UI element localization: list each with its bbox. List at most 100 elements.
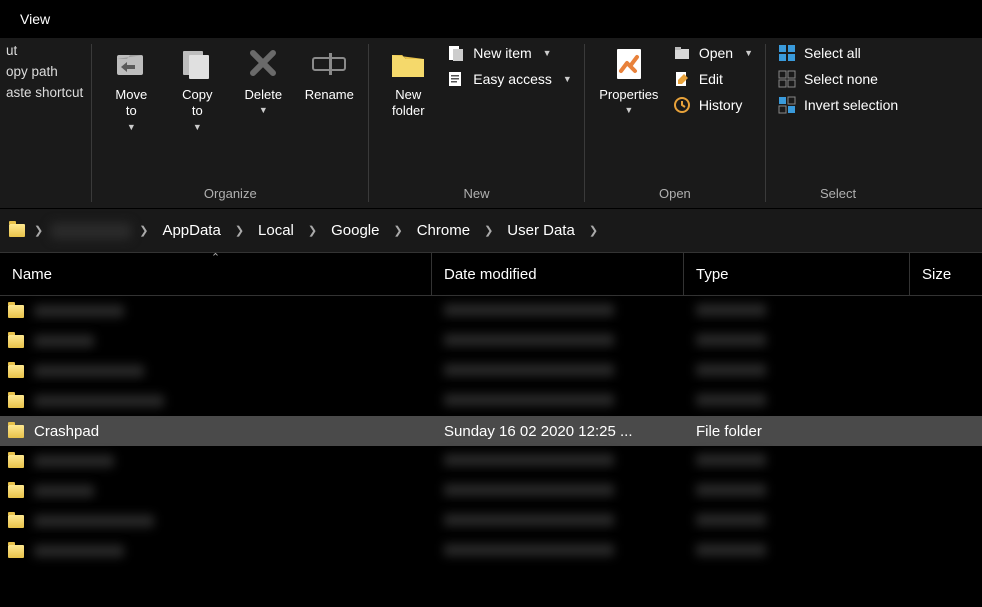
edit-button[interactable]: Edit [669, 68, 757, 90]
redacted-text [34, 305, 124, 317]
file-date: Sunday 16 02 2020 12:25 ... [432, 423, 684, 440]
file-name: Crashpad [34, 423, 99, 440]
copy-path-button[interactable]: opy path [6, 64, 83, 79]
chevron-right-icon[interactable]: ❯ [306, 224, 319, 237]
chevron-right-icon[interactable]: ❯ [391, 224, 404, 237]
folder-icon [8, 515, 24, 528]
rename-icon [309, 43, 349, 83]
folder-icon [8, 455, 24, 468]
easy-access-icon [447, 70, 465, 88]
chevron-down-icon: ▼ [193, 122, 202, 132]
column-header-name-label: Name [12, 266, 52, 283]
folder-icon [8, 425, 24, 438]
ribbon-group-new: New folder New item ▼ Easy access ▼ New [371, 38, 582, 208]
chevron-right-icon[interactable]: ❯ [482, 224, 495, 237]
ribbon-group-clipboard: ut opy path aste shortcut [0, 38, 89, 208]
chevron-right-icon[interactable]: ❯ [32, 224, 45, 237]
chevron-right-icon[interactable]: ❯ [137, 224, 150, 237]
redacted-text [34, 365, 144, 377]
copy-to-button[interactable]: Copy to ▼ [166, 40, 228, 132]
history-button[interactable]: History [669, 94, 757, 116]
folder-icon[interactable] [8, 222, 26, 240]
separator [91, 44, 92, 202]
file-row-redacted[interactable] [0, 296, 982, 326]
move-to-button[interactable]: Move to ▼ [100, 40, 162, 132]
chevron-right-icon[interactable]: ❯ [233, 224, 246, 237]
copy-to-icon [177, 43, 217, 83]
ribbon-group-select: Select all Select none Invert selection … [768, 38, 908, 208]
select-none-icon [778, 70, 796, 88]
column-header-date[interactable]: Date modified [432, 253, 684, 295]
separator [368, 44, 369, 202]
invert-selection-label: Invert selection [804, 97, 898, 113]
separator [584, 44, 585, 202]
column-header-type[interactable]: Type [684, 253, 910, 295]
tab-view[interactable]: View [4, 2, 66, 36]
group-label-new: New [377, 186, 576, 205]
chevron-down-icon: ▼ [563, 74, 572, 84]
chevron-down-icon: ▼ [127, 122, 136, 132]
folder-icon [8, 305, 24, 318]
file-row-redacted[interactable] [0, 356, 982, 386]
delete-icon [243, 43, 283, 83]
redacted-text [696, 334, 766, 346]
delete-button[interactable]: Delete ▼ [232, 40, 294, 115]
redacted-text [696, 514, 766, 526]
properties-button[interactable]: Properties ▼ [593, 40, 665, 115]
breadcrumb-item-google[interactable]: Google [325, 219, 385, 242]
new-folder-icon [388, 43, 428, 83]
move-to-icon [111, 43, 151, 83]
file-row-crashpad[interactable]: Crashpad Sunday 16 02 2020 12:25 ... Fil… [0, 416, 982, 446]
breadcrumb-item-chrome[interactable]: Chrome [411, 219, 476, 242]
redacted-text [696, 484, 766, 496]
easy-access-button[interactable]: Easy access ▼ [443, 68, 576, 90]
select-none-button[interactable]: Select none [774, 68, 902, 90]
column-header-size[interactable]: Size [910, 253, 982, 295]
file-row-redacted[interactable] [0, 506, 982, 536]
file-row-redacted[interactable] [0, 326, 982, 356]
edit-label: Edit [699, 71, 723, 87]
file-row-redacted[interactable] [0, 446, 982, 476]
breadcrumb-item-userdata[interactable]: User Data [501, 219, 581, 242]
redacted-text [34, 545, 124, 557]
redacted-text [444, 454, 614, 466]
chevron-down-icon: ▼ [543, 48, 552, 58]
new-item-button[interactable]: New item ▼ [443, 42, 576, 64]
group-label-organize: Organize [100, 186, 360, 205]
invert-selection-button[interactable]: Invert selection [774, 94, 902, 116]
group-label-open: Open [593, 186, 757, 205]
group-label [6, 201, 83, 205]
file-row-redacted[interactable] [0, 386, 982, 416]
new-item-label: New item [473, 45, 531, 61]
new-folder-button[interactable]: New folder [377, 40, 439, 120]
chevron-down-icon: ▼ [259, 105, 268, 115]
cut-button[interactable]: ut [6, 43, 83, 58]
redacted-text [34, 395, 164, 407]
properties-label: Properties [599, 87, 658, 103]
ribbon: ut opy path aste shortcut Move to ▼ Copy… [0, 38, 982, 208]
redacted-text [696, 394, 766, 406]
file-list: Crashpad Sunday 16 02 2020 12:25 ... Fil… [0, 296, 982, 566]
column-header-name[interactable]: ⌃ Name [0, 253, 432, 295]
edit-icon [673, 70, 691, 88]
new-folder-label: New folder [392, 87, 425, 120]
chevron-right-icon[interactable]: ❯ [587, 224, 600, 237]
file-row-redacted[interactable] [0, 476, 982, 506]
copy-to-label: Copy to [182, 87, 212, 120]
invert-selection-icon [778, 96, 796, 114]
breadcrumb-item-local[interactable]: Local [252, 219, 300, 242]
rename-button[interactable]: Rename [298, 40, 360, 103]
ribbon-group-open: Properties ▼ Open ▼ Edit History Op [587, 38, 763, 208]
select-all-button[interactable]: Select all [774, 42, 902, 64]
open-icon [673, 44, 691, 62]
breadcrumb-item-appdata[interactable]: AppData [156, 219, 226, 242]
paste-shortcut-button[interactable]: aste shortcut [6, 85, 83, 100]
sort-ascending-icon: ⌃ [211, 251, 220, 264]
folder-icon [8, 335, 24, 348]
file-row-redacted[interactable] [0, 536, 982, 566]
open-button[interactable]: Open ▼ [669, 42, 757, 64]
breadcrumb-item-redacted[interactable] [51, 223, 131, 239]
new-item-icon [447, 44, 465, 62]
redacted-text [444, 544, 614, 556]
move-to-label: Move to [115, 87, 147, 120]
